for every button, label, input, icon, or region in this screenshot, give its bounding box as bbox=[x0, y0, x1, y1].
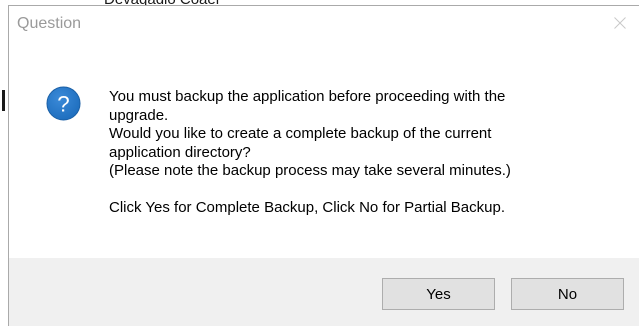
close-button[interactable] bbox=[601, 6, 639, 43]
yes-button[interactable]: Yes bbox=[382, 278, 495, 310]
message-spacer bbox=[109, 181, 614, 200]
no-button[interactable]: No bbox=[511, 278, 624, 310]
message-line: application directory? bbox=[109, 143, 251, 161]
question-icon: ? bbox=[46, 86, 81, 121]
dialog-message: You must backup the application before p… bbox=[109, 88, 614, 218]
background-window-edge bbox=[2, 90, 5, 111]
dialog-content: ? You must backup the application before… bbox=[9, 43, 639, 258]
dialog-footer: Yes No bbox=[9, 258, 639, 326]
message-line: Click Yes for Complete Backup, Click No … bbox=[109, 199, 505, 216]
message-line: upgrade. bbox=[109, 106, 169, 124]
dialog-title: Question bbox=[17, 15, 82, 32]
close-icon bbox=[614, 17, 626, 29]
svg-text:?: ? bbox=[57, 91, 69, 116]
message-line: (Please note the backup process may take… bbox=[109, 162, 511, 179]
message-line: You must backup the application before p… bbox=[109, 88, 506, 105]
message-line: Would you like to create a complete back… bbox=[109, 125, 492, 142]
question-dialog: Question ? You must backup the applicati… bbox=[8, 5, 639, 326]
dialog-titlebar[interactable]: Question bbox=[9, 6, 639, 43]
